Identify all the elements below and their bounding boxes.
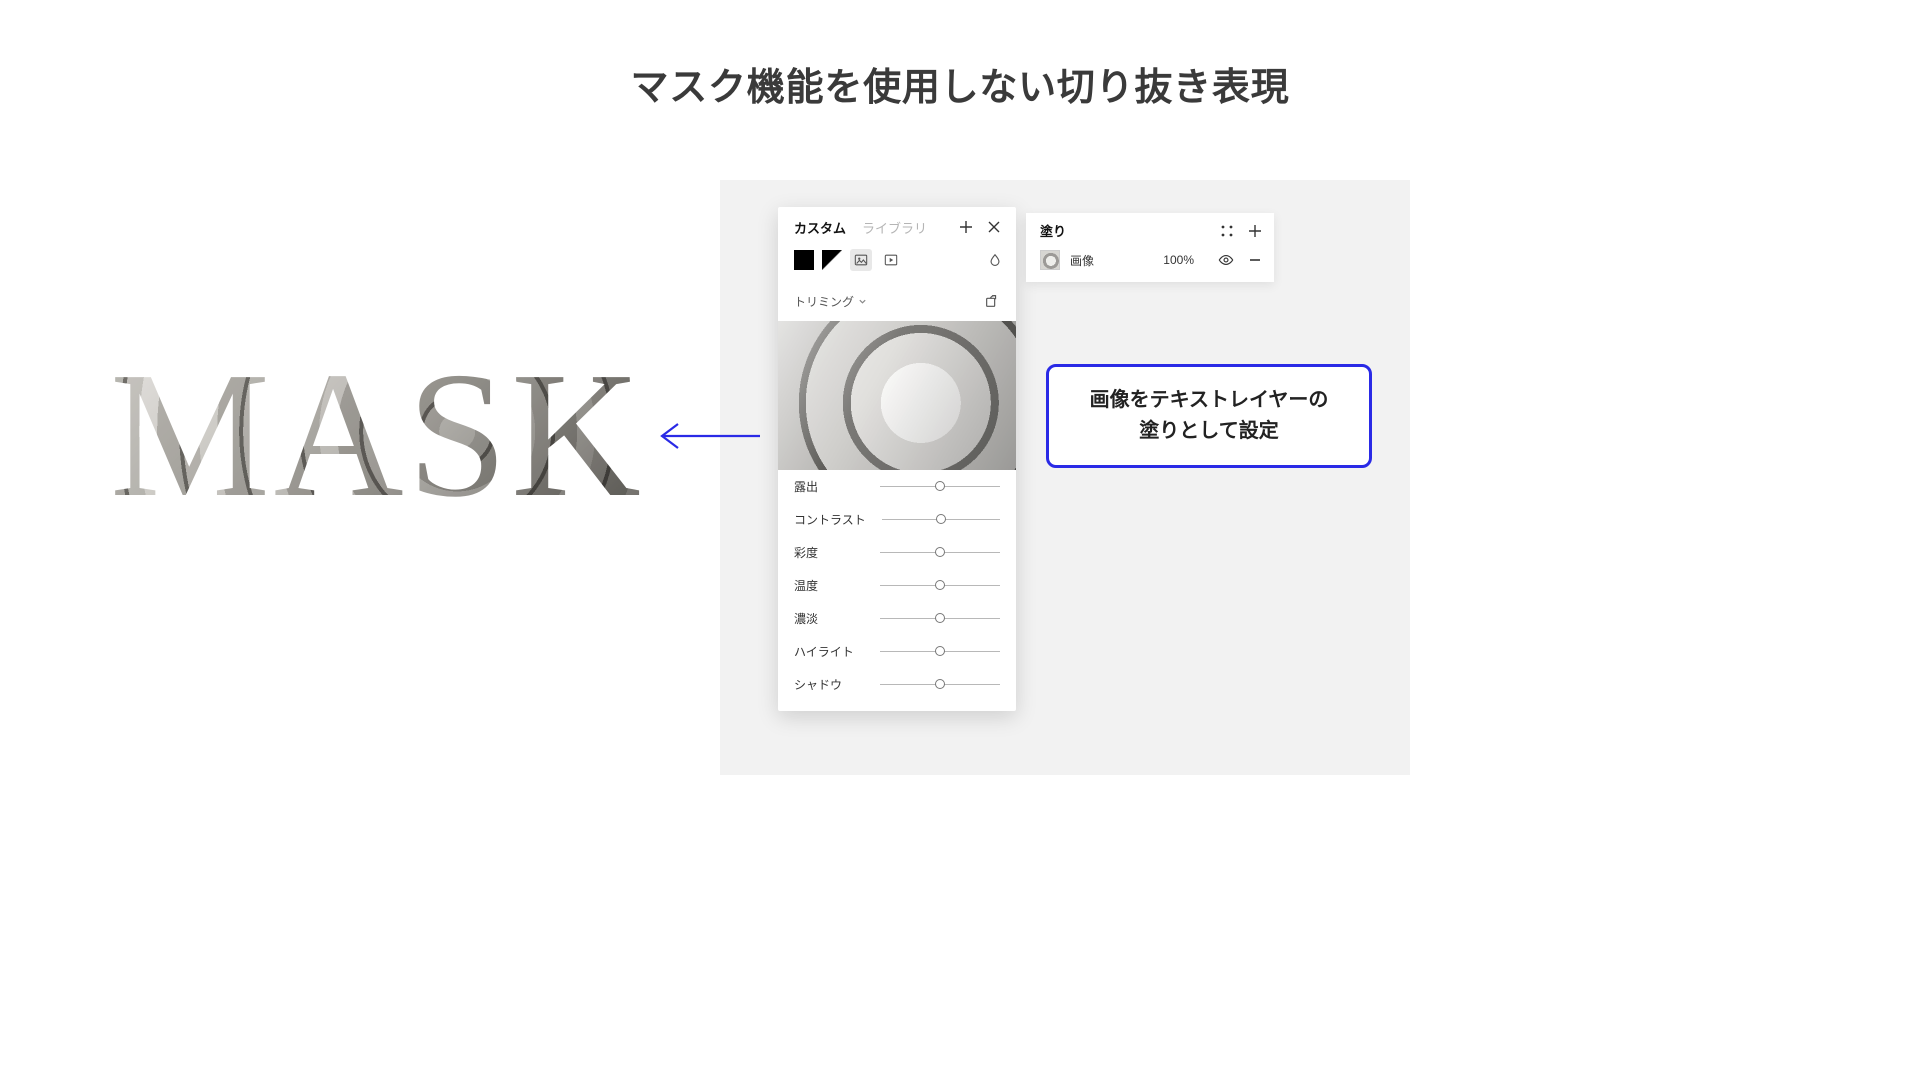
slider-temperature: 温度 bbox=[778, 569, 1016, 602]
mask-text-preview: MASK bbox=[110, 345, 670, 525]
rotate-image-button[interactable] bbox=[982, 291, 1002, 311]
image-preview[interactable] bbox=[778, 321, 1016, 470]
slider-highlights: ハイライト bbox=[778, 635, 1016, 668]
video-icon bbox=[884, 253, 898, 267]
arrow-left-icon bbox=[656, 416, 762, 456]
fill-panel-header: 塗り bbox=[1040, 221, 1262, 250]
image-icon bbox=[854, 253, 868, 267]
blend-mode-button[interactable] bbox=[986, 251, 1004, 269]
slider-label: 濃淡 bbox=[794, 610, 818, 627]
slider-track[interactable] bbox=[880, 618, 1000, 619]
slider-track[interactable] bbox=[880, 552, 1000, 553]
chevron-down-icon bbox=[858, 297, 867, 306]
slider-thumb[interactable] bbox=[935, 481, 945, 491]
fill-swatch[interactable] bbox=[1040, 250, 1060, 270]
fill-row[interactable]: 画像 100% bbox=[1040, 250, 1262, 270]
close-popover-button[interactable] bbox=[984, 217, 1004, 237]
fill-section-title: 塗り bbox=[1040, 221, 1066, 240]
callout-line-1: 画像をテキストレイヤーの bbox=[1090, 389, 1329, 411]
slider-exposure: 露出 bbox=[778, 470, 1016, 503]
slider-thumb[interactable] bbox=[935, 679, 945, 689]
callout-text: 画像をテキストレイヤーの 塗りとして設定 bbox=[1059, 385, 1359, 447]
slider-track[interactable] bbox=[880, 486, 1000, 487]
add-fill-button[interactable] bbox=[956, 217, 976, 237]
slider-label: コントラスト bbox=[794, 511, 866, 528]
fill-type-solid[interactable] bbox=[794, 250, 814, 270]
eye-icon bbox=[1218, 252, 1234, 268]
crop-row: トリミング bbox=[778, 277, 1016, 321]
remove-fill-button[interactable] bbox=[1248, 253, 1262, 267]
plus-icon bbox=[959, 220, 973, 234]
image-fill-popover: カスタム ライブラリ トリミング bbox=[778, 207, 1016, 711]
popover-header: カスタム ライブラリ bbox=[778, 207, 1016, 245]
crop-mode-label: トリミング bbox=[794, 293, 854, 310]
slider-label: 露出 bbox=[794, 478, 818, 495]
annotation-arrow bbox=[656, 416, 762, 456]
rotate-icon bbox=[984, 293, 1000, 309]
minus-icon bbox=[1248, 253, 1262, 267]
slider-saturation: 彩度 bbox=[778, 536, 1016, 569]
slider-thumb[interactable] bbox=[935, 613, 945, 623]
fill-type-image[interactable] bbox=[850, 249, 872, 271]
callout-line-2: 塗りとして設定 bbox=[1139, 420, 1278, 442]
fill-type-row bbox=[778, 245, 1016, 277]
close-icon bbox=[987, 220, 1001, 234]
slider-track[interactable] bbox=[880, 684, 1000, 685]
fill-type-video[interactable] bbox=[880, 249, 902, 271]
fill-name: 画像 bbox=[1070, 252, 1094, 269]
slider-thumb[interactable] bbox=[936, 514, 946, 524]
toggle-fill-visibility[interactable] bbox=[1218, 252, 1234, 268]
slider-track[interactable] bbox=[880, 651, 1000, 652]
slider-label: 彩度 bbox=[794, 544, 818, 561]
fill-opacity[interactable]: 100% bbox=[1163, 253, 1194, 267]
image-adjust-sliders: 露出 コントラスト 彩度 温度 濃淡 ハイライト シャドウ bbox=[778, 470, 1016, 701]
crop-mode-dropdown[interactable]: トリミング bbox=[794, 293, 867, 310]
tab-custom[interactable]: カスタム bbox=[794, 218, 846, 237]
slider-track[interactable] bbox=[882, 519, 1000, 520]
fill-style-button[interactable] bbox=[1220, 224, 1234, 238]
slider-label: ハイライト bbox=[794, 643, 854, 660]
slider-thumb[interactable] bbox=[935, 646, 945, 656]
slider-shadows: シャドウ bbox=[778, 668, 1016, 701]
fill-type-gradient[interactable] bbox=[822, 250, 842, 270]
slider-track[interactable] bbox=[880, 585, 1000, 586]
slider-label: シャドウ bbox=[794, 676, 842, 693]
droplet-icon bbox=[988, 253, 1002, 267]
mask-text: MASK bbox=[110, 345, 670, 525]
fill-inspector-panel: 塗り 画像 100% bbox=[1026, 213, 1274, 282]
add-fill-row-button[interactable] bbox=[1248, 224, 1262, 238]
slider-contrast: コントラスト bbox=[778, 503, 1016, 536]
page-title: マスク機能を使用しない切り抜き表現 bbox=[0, 56, 1920, 111]
callout-box: 画像をテキストレイヤーの 塗りとして設定 bbox=[1046, 364, 1372, 468]
tab-library[interactable]: ライブラリ bbox=[862, 218, 927, 237]
slider-thumb[interactable] bbox=[935, 580, 945, 590]
styles-icon bbox=[1220, 224, 1234, 238]
plus-icon bbox=[1248, 224, 1262, 238]
slider-thumb[interactable] bbox=[935, 547, 945, 557]
slider-label: 温度 bbox=[794, 577, 818, 594]
slider-tint: 濃淡 bbox=[778, 602, 1016, 635]
